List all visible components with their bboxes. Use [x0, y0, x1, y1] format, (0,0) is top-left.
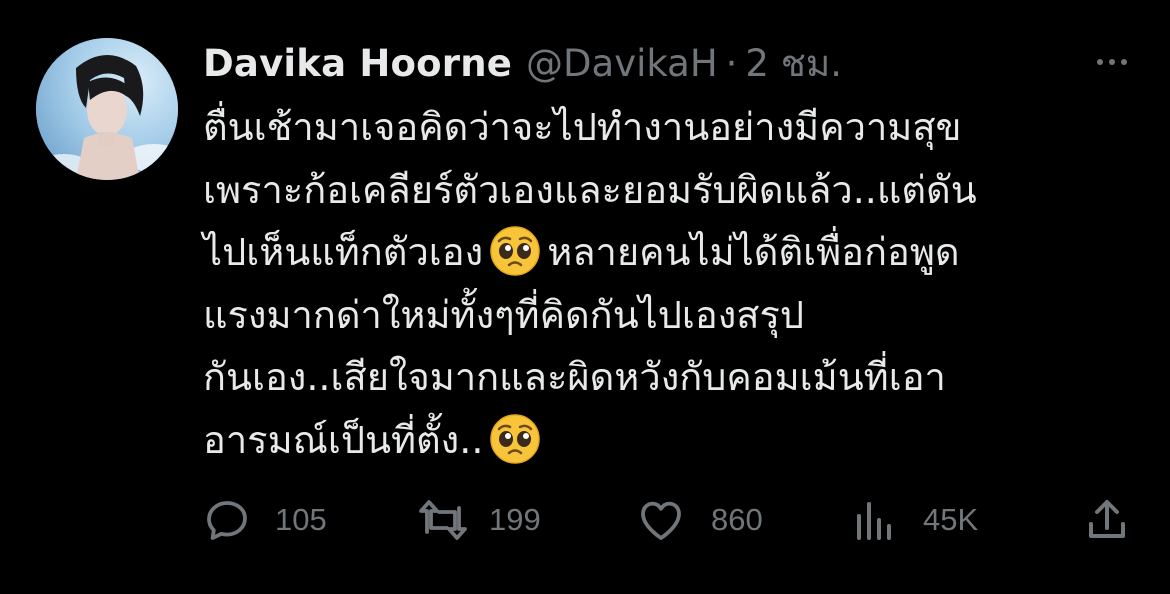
reply-button[interactable]: 105: [203, 492, 327, 548]
tweet-line: อารมณ์เป็นที่ตั้ง..: [203, 409, 1143, 472]
avatar[interactable]: [36, 38, 178, 180]
tweet-text: ตื่นเช้ามาเจอคิดว่าจะไปทำงานอย่างมีความส…: [203, 96, 1143, 471]
retweet-button[interactable]: 199: [415, 492, 541, 548]
tweet-line-segment: อารมณ์เป็นที่ตั้ง..: [203, 417, 484, 462]
tweet-line-segment: ไปเห็นแท็กตัวเอง: [203, 230, 484, 274]
tweet-actions: 105 199 860 45K: [203, 492, 1133, 548]
heart-icon: [641, 501, 681, 540]
like-count: 860: [711, 502, 763, 537]
tweet-line: เพราะก้อเคลียร์ตัวเองและยอมรับผิดแล้ว..แ…: [203, 167, 977, 212]
reply-icon: [207, 501, 247, 540]
pleading-face-emoji: [490, 413, 541, 464]
tweet-line: กันเอง..เสียใจมากและผิดหวังกับคอมเม้นที่…: [203, 355, 946, 399]
author-handle[interactable]: @DavikaH: [526, 42, 718, 85]
share-icon: [1089, 500, 1125, 538]
share-button[interactable]: [1083, 492, 1131, 548]
tweet-line: ไปเห็นแท็กตัวเอง หลายคนไม่ได้ติเพื่อก่อพ…: [203, 221, 1143, 284]
tweet-timestamp[interactable]: 2 ชม.: [745, 34, 842, 93]
tweet-line-segment: หลายคนไม่ได้ติเพื่อก่อพูด: [547, 230, 960, 274]
tweet-line: แรงมากด่าใหม่ทั้งๆที่คิดกันไปเองสรุป: [203, 292, 804, 337]
tweet-header: Davika Hoorne @DavikaH · 2 ชม.: [203, 38, 1130, 88]
more-options-icon[interactable]: [1090, 40, 1134, 84]
retweet-count: 199: [489, 502, 541, 537]
pleading-face-emoji: [490, 226, 540, 276]
views-icon: [857, 502, 891, 540]
tweet-card[interactable]: Davika Hoorne @DavikaH · 2 ชม. ตื่นเช้าม…: [0, 0, 1170, 594]
views-button[interactable]: 45K: [853, 492, 978, 548]
author-name[interactable]: Davika Hoorne: [203, 42, 512, 85]
tweet-line: ตื่นเช้ามาเจอคิดว่าจะไปทำงานอย่างมีความส…: [203, 105, 962, 149]
separator-dot: ·: [725, 41, 738, 85]
retweet-icon: [419, 500, 467, 540]
avatar-image: [36, 38, 178, 180]
views-count: 45K: [923, 502, 979, 537]
reply-count: 105: [275, 502, 327, 537]
like-button[interactable]: 860: [635, 492, 763, 548]
